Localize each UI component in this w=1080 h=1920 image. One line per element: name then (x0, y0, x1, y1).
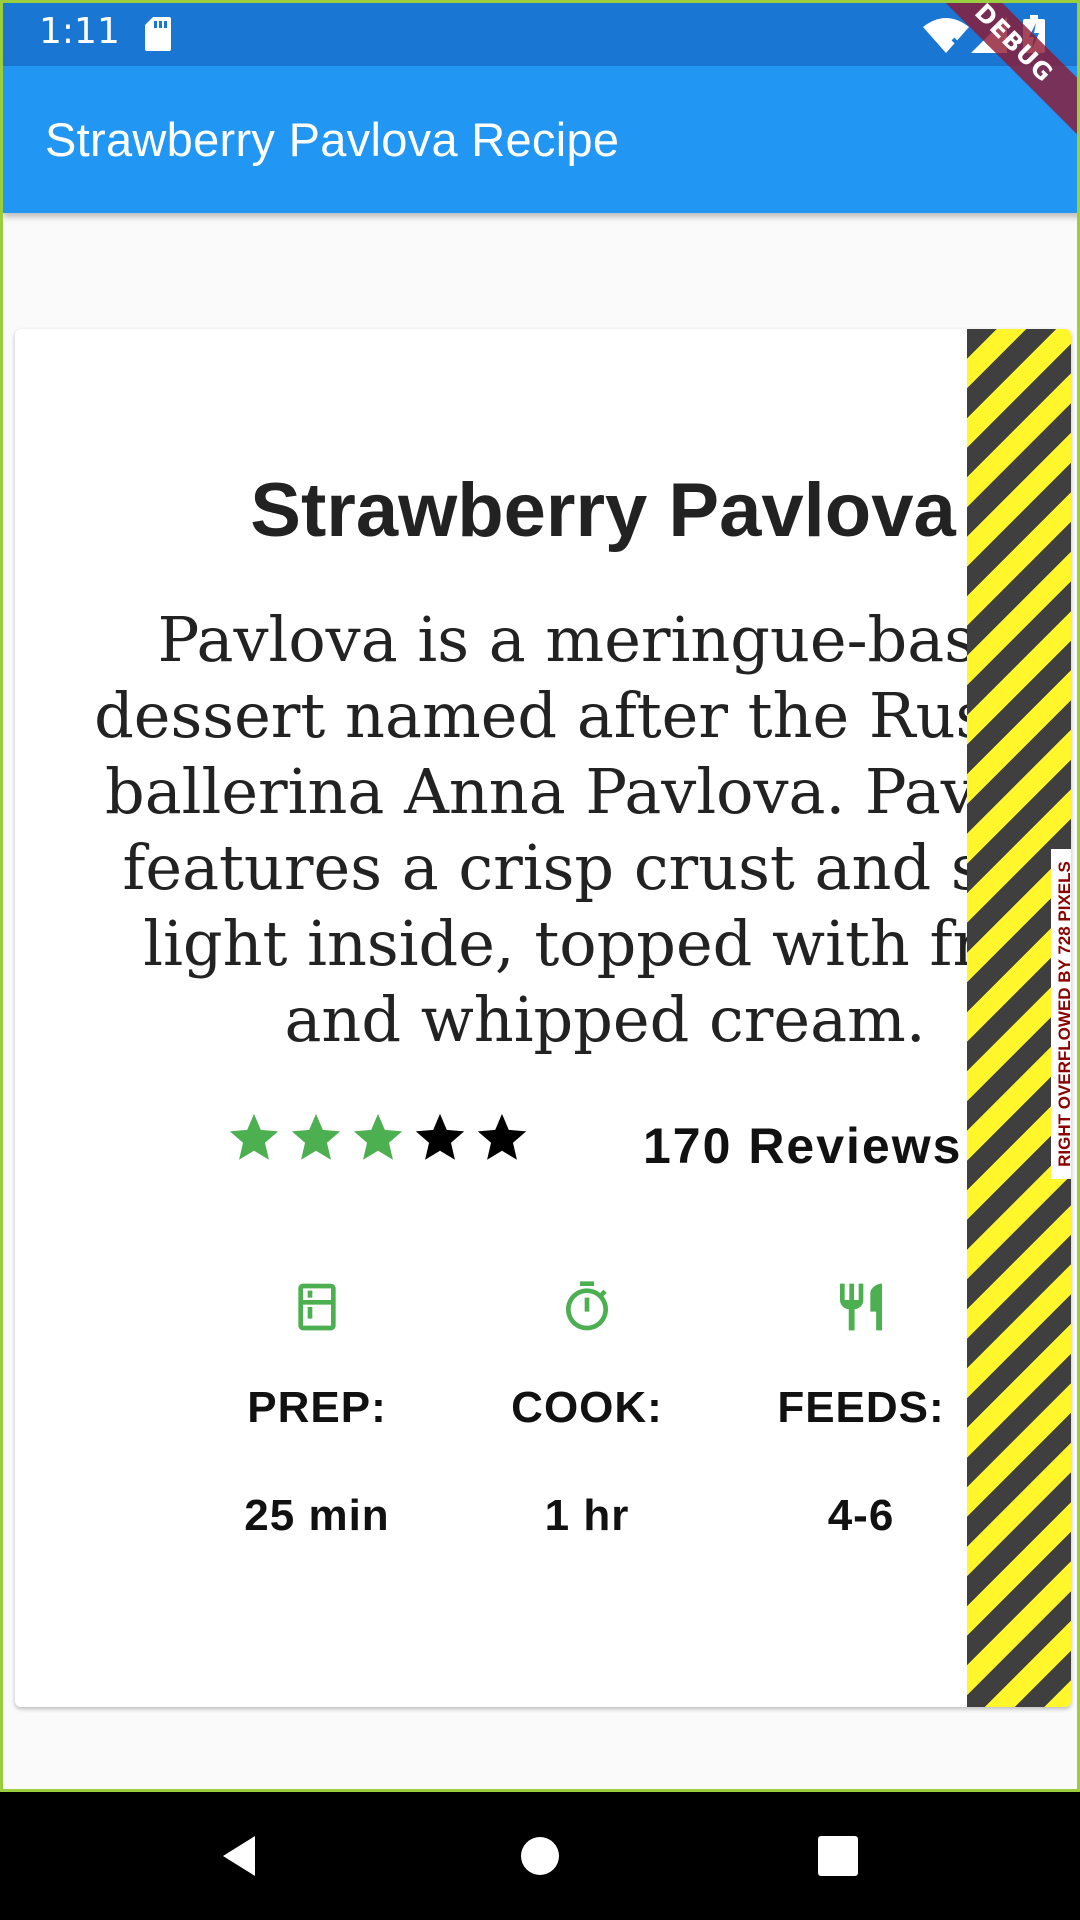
description-line: and whipped cream. (284, 983, 926, 1056)
description-line: light inside, topped with fruit (143, 907, 1067, 980)
description-line: ballerina Anna Pavlova. Pavlova (105, 755, 1071, 828)
description-line: features a crisp crust and soft, (122, 831, 1071, 904)
feeds-info: FEEDS: 4-6 (731, 1279, 991, 1541)
star-filled-icon (291, 1113, 341, 1160)
feeds-label: FEEDS: (777, 1383, 945, 1432)
home-button[interactable] (512, 1828, 568, 1884)
star-filled-icon (353, 1113, 403, 1160)
kitchen-icon (298, 1283, 336, 1331)
overflow-warning: RIGHT OVERFLOWED BY 728 PIXELS (1051, 849, 1071, 1179)
description-line: Pavlova is a meringue-based (157, 603, 1053, 676)
recipe-title: Strawberry Pavlova (250, 468, 956, 553)
cook-info: COOK: 1 hr (457, 1279, 717, 1541)
status-time: 1:11 (39, 11, 120, 52)
reviews-count: 170 Reviews (643, 1118, 963, 1174)
prep-label: PREP: (247, 1383, 387, 1432)
star-filled-icon (229, 1113, 279, 1160)
app-frame: 1:11 Strawberry Pavlova Recipe Strawberr… (0, 0, 1080, 1792)
recipe-card: Strawberry Pavlova Pavlova is a meringue… (15, 329, 1071, 1707)
cook-label: COOK: (511, 1383, 663, 1432)
app-bar: Strawberry Pavlova Recipe (3, 66, 1077, 213)
star-empty-icon (415, 1113, 465, 1160)
timer-icon (566, 1281, 608, 1331)
app-bar-title: Strawberry Pavlova Recipe (45, 113, 620, 166)
screen: 1:11 Strawberry Pavlova Recipe Strawberr… (0, 0, 1080, 1920)
overflow-warning-text: RIGHT OVERFLOWED BY 728 PIXELS (1055, 861, 1071, 1167)
restaurant-icon (840, 1283, 882, 1331)
description-line: dessert named after the Russian (94, 679, 1071, 752)
wifi-icon (923, 18, 969, 53)
feeds-value: 4-6 (827, 1491, 895, 1540)
cook-value: 1 hr (544, 1491, 630, 1540)
star-empty-icon (477, 1113, 527, 1160)
recents-button[interactable] (810, 1828, 866, 1884)
sd-card-icon (145, 17, 171, 51)
prep-info: PREP: 25 min (187, 1279, 447, 1541)
status-bar: 1:11 (3, 3, 1077, 66)
navigation-bar (0, 1792, 1080, 1920)
back-button[interactable] (213, 1828, 269, 1884)
prep-value: 25 min (244, 1491, 390, 1540)
recipe-description: Pavlova is a meringue-based dessert name… (75, 602, 1071, 1058)
